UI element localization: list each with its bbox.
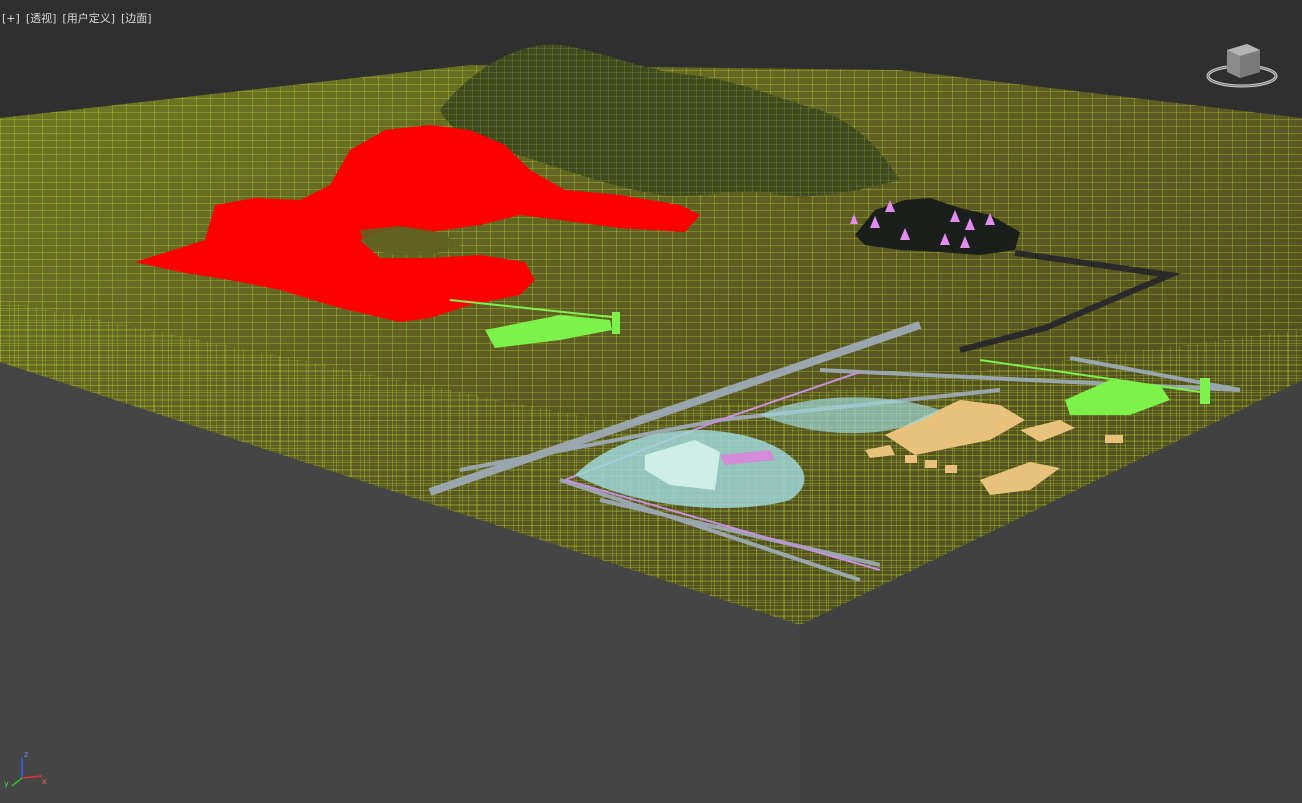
axis-x-label: x (42, 777, 47, 786)
axis-z-label: z (24, 750, 28, 759)
perspective-viewport[interactable]: [+] [透视] [用户定义] [边面] z x y (0, 0, 1302, 803)
scene-3d[interactable] (0, 0, 1302, 803)
edge-mode-button[interactable]: [边面] (121, 10, 152, 26)
axis-y-label: y (4, 779, 9, 788)
viewport-menu-button[interactable]: [+] (2, 12, 20, 25)
viewport-label: [+] [透视] [用户定义] [边面] (2, 10, 152, 26)
view-type-button[interactable]: [透视] (26, 10, 57, 26)
axis-tripod: z x y (4, 750, 47, 788)
shading-mode-button[interactable]: [用户定义] (62, 10, 115, 26)
viewcube-icon[interactable] (1202, 36, 1282, 96)
